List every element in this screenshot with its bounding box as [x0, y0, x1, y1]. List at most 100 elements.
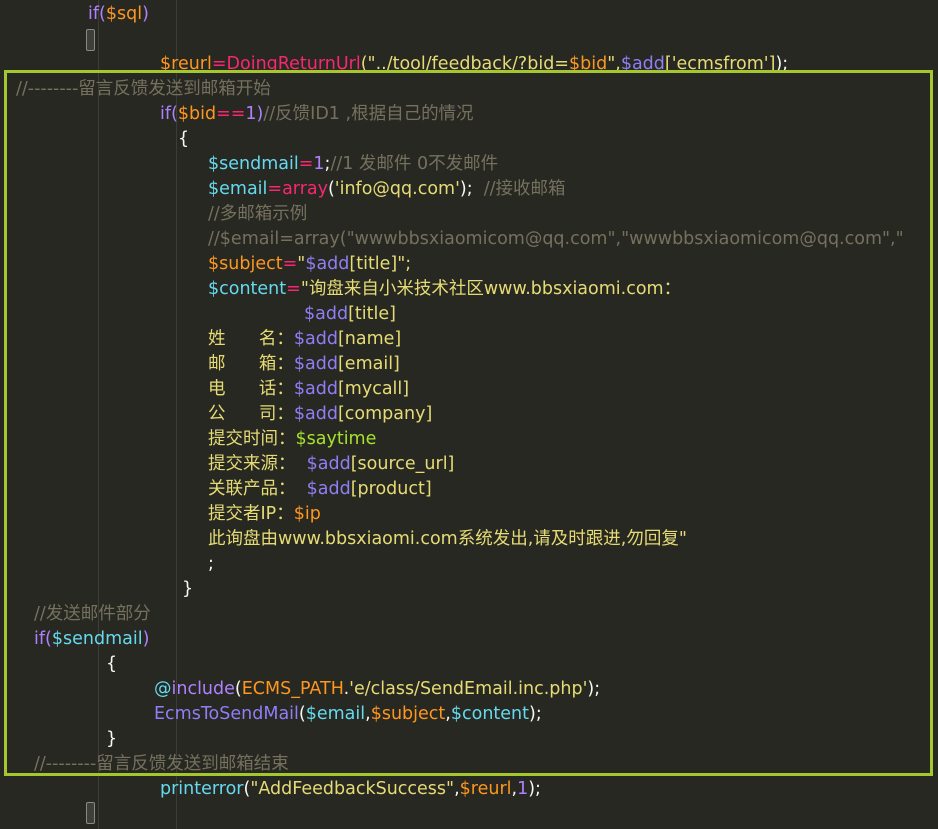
- code-line[interactable]: if($sql): [88, 2, 149, 27]
- code-token: );: [528, 779, 541, 799]
- code-token: =: [286, 279, 301, 299]
- code-line[interactable]: }: [182, 577, 193, 602]
- code-token: [name]: [337, 329, 402, 349]
- code-token: }: [106, 729, 118, 749]
- code-token: $add: [293, 404, 338, 424]
- code-line[interactable]: //--------留言反馈发送到邮箱结束: [34, 752, 289, 777]
- code-token: $add: [306, 454, 351, 474]
- code-token: [product]: [350, 479, 432, 499]
- code-token: $reurl: [160, 54, 212, 74]
- fold-marker-icon[interactable]: [86, 29, 95, 51]
- code-token: $add: [305, 254, 350, 274]
- indent-guide: [98, 0, 99, 829]
- code-token: 姓 名：: [208, 329, 294, 349]
- code-token: ",: [607, 54, 621, 74]
- code-token: ==: [216, 104, 246, 124]
- code-token: 提交来源：: [208, 454, 307, 474]
- code-line[interactable]: {: [106, 652, 117, 677]
- code-token: [company]: [337, 404, 433, 424]
- code-line[interactable]: $reurl=DoingReturnUrl("../tool/feedback/…: [160, 52, 788, 77]
- code-token: 关联产品：: [208, 479, 307, 499]
- code-token: (: [327, 179, 335, 199]
- code-token: DoingReturnUrl: [226, 54, 361, 74]
- code-line[interactable]: 此询盘由www.bbsxiaomi.com系统发出,请及时跟进,勿回复": [208, 527, 687, 552]
- code-token: [email]: [337, 354, 400, 374]
- code-token: [title]: [348, 304, 396, 324]
- code-token: ECMS_PATH: [241, 679, 344, 699]
- code-token: //发送邮件部分: [34, 604, 151, 624]
- code-line[interactable]: $add[title]: [304, 302, 396, 327]
- code-token: @: [154, 679, 172, 699]
- code-token: 邮 箱：: [208, 354, 294, 374]
- code-line[interactable]: {: [178, 127, 189, 152]
- code-token: ;: [208, 554, 214, 574]
- code-token: $saytime: [295, 429, 377, 449]
- code-token: $sql: [105, 4, 143, 24]
- code-token: [mycall]: [337, 379, 410, 399]
- code-token: 'info@qq.com': [334, 179, 460, 199]
- code-token: [title]";: [349, 254, 412, 274]
- code-token: ): [142, 4, 149, 24]
- code-token: if(: [34, 629, 52, 649]
- code-token: 电 话：: [208, 379, 294, 399]
- code-token: (: [298, 704, 306, 724]
- code-line[interactable]: $sendmail=1;//1 发邮件 0不发邮件: [208, 152, 498, 177]
- code-line[interactable]: 提交者IP：$ip: [208, 502, 321, 527]
- code-token: );: [459, 179, 484, 199]
- code-token: 公 司：: [208, 404, 294, 424]
- code-token: 此询盘由www.bbsxiaomi.com系统发出,请及时跟进,勿回复": [208, 529, 687, 549]
- code-line[interactable]: 姓 名：$add[name]: [208, 327, 401, 352]
- code-line[interactable]: if($bid==1)//反馈ID1 ,根据自己的情况: [160, 102, 474, 127]
- code-token: $add: [293, 354, 338, 374]
- code-token: 提交者IP：: [208, 504, 294, 524]
- code-line[interactable]: EcmsToSendMail($email,$subject,$content)…: [154, 702, 542, 727]
- code-line[interactable]: 公 司：$add[company]: [208, 402, 432, 427]
- code-line[interactable]: }: [106, 727, 117, 752]
- code-token: //--------留言反馈发送到邮箱结束: [34, 754, 289, 774]
- code-token: $subject: [370, 704, 446, 724]
- code-line[interactable]: //发送邮件部分: [34, 602, 151, 627]
- code-token: //1 发邮件 0不发邮件: [330, 154, 499, 174]
- code-token: EcmsToSendMail: [154, 704, 299, 724]
- code-token: =: [211, 54, 227, 74]
- code-line[interactable]: if($sendmail): [34, 627, 149, 652]
- code-token: $email: [305, 704, 366, 724]
- code-line[interactable]: 电 话：$add[mycall]: [208, 377, 409, 402]
- code-token: {: [106, 654, 118, 674]
- code-token: =: [267, 179, 283, 199]
- code-token: array: [282, 179, 328, 199]
- code-line[interactable]: //$email=array("wwwbbsxiaomicom@qq.com",…: [208, 227, 904, 252]
- code-token: );: [529, 704, 542, 724]
- fold-marker-icon[interactable]: [86, 802, 95, 824]
- code-line[interactable]: printerror("AddFeedbackSuccess",$reurl,1…: [160, 777, 541, 802]
- code-token: printerror: [160, 779, 244, 799]
- code-token: $content: [208, 279, 287, 299]
- code-token: $add: [620, 54, 665, 74]
- code-token: $content: [450, 704, 529, 724]
- code-token: $sendmail: [51, 629, 143, 649]
- code-line[interactable]: 提交来源： $add[source_url]: [208, 452, 454, 477]
- code-token: $ip: [293, 504, 321, 524]
- code-line[interactable]: @include(ECMS_PATH.'e/class/SendEmail.in…: [154, 677, 600, 702]
- code-line[interactable]: //多邮箱示例: [208, 202, 307, 227]
- code-token: $bid: [177, 104, 217, 124]
- code-token: );: [587, 679, 601, 699]
- code-token: ("../tool/feedback/?bid=: [360, 54, 569, 74]
- code-token: );: [775, 54, 789, 74]
- code-line[interactable]: 关联产品： $add[product]: [208, 477, 432, 502]
- code-token: {: [178, 129, 190, 149]
- code-line[interactable]: $email=array('info@qq.com'); //接收邮箱: [208, 177, 566, 202]
- code-token: //接收邮箱: [483, 179, 566, 199]
- code-token: ): [142, 629, 150, 649]
- code-token: 1: [245, 104, 257, 124]
- code-token: =: [298, 154, 314, 174]
- code-line[interactable]: ;: [208, 552, 214, 577]
- code-line[interactable]: 邮 箱：$add[email]: [208, 352, 400, 377]
- code-token: //$email=array("wwwbbsxiaomicom@qq.com",…: [208, 229, 904, 249]
- code-token: }: [182, 579, 194, 599]
- code-line[interactable]: 提交时间：$saytime: [208, 427, 376, 452]
- code-token: $add: [293, 329, 338, 349]
- code-line[interactable]: $subject="$add[title]";: [208, 252, 411, 277]
- code-line[interactable]: $content="询盘来自小米技术社区www.bbsxiaomi.com：: [208, 277, 681, 302]
- code-line[interactable]: //--------留言反馈发送到邮箱开始: [16, 77, 271, 102]
